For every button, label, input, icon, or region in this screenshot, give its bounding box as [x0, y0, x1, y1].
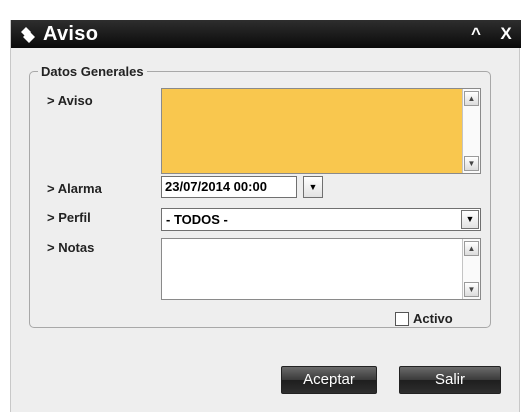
aviso-scrollbar[interactable]: ▲ ▼ [462, 89, 480, 173]
title-bar[interactable]: Aviso ^ X [11, 20, 521, 48]
scroll-down-icon[interactable]: ▼ [464, 156, 479, 171]
window-title: Aviso [43, 23, 99, 45]
minimize-button[interactable]: ^ [466, 23, 486, 43]
alarma-datetime-field[interactable]: 23/07/2014 00:00 [161, 176, 297, 198]
perfil-label: > Perfil [47, 210, 91, 225]
close-button[interactable]: X [496, 23, 516, 43]
activo-label[interactable]: Activo [413, 311, 453, 326]
scroll-up-icon[interactable]: ▲ [464, 91, 479, 106]
group-legend: Datos Generales [41, 64, 144, 79]
alarma-label: > Alarma [47, 181, 102, 196]
diamond-logo-icon [21, 27, 35, 43]
notas-text [162, 239, 462, 299]
alarma-dropdown-icon[interactable]: ▼ [303, 176, 323, 198]
notas-scrollbar[interactable]: ▲ ▼ [462, 239, 480, 299]
perfil-dropdown-icon[interactable]: ▼ [461, 210, 479, 229]
activo-checkbox[interactable] [395, 312, 409, 326]
scroll-down-icon[interactable]: ▼ [464, 282, 479, 297]
aviso-textarea[interactable]: ▲ ▼ [161, 88, 481, 174]
aviso-text [162, 89, 462, 173]
perfil-select[interactable]: - TODOS - ▼ [161, 208, 481, 231]
salir-button[interactable]: Salir [399, 366, 501, 394]
aceptar-button[interactable]: Aceptar [281, 366, 377, 394]
aviso-dialog: Aviso ^ X Datos Generales > Aviso ▲ ▼ > … [10, 20, 521, 412]
perfil-selected-value: - TODOS - [166, 212, 228, 227]
aviso-label: > Aviso [47, 93, 93, 108]
scroll-up-icon[interactable]: ▲ [464, 241, 479, 256]
notas-textarea[interactable]: ▲ ▼ [161, 238, 481, 300]
notas-label: > Notas [47, 240, 95, 255]
